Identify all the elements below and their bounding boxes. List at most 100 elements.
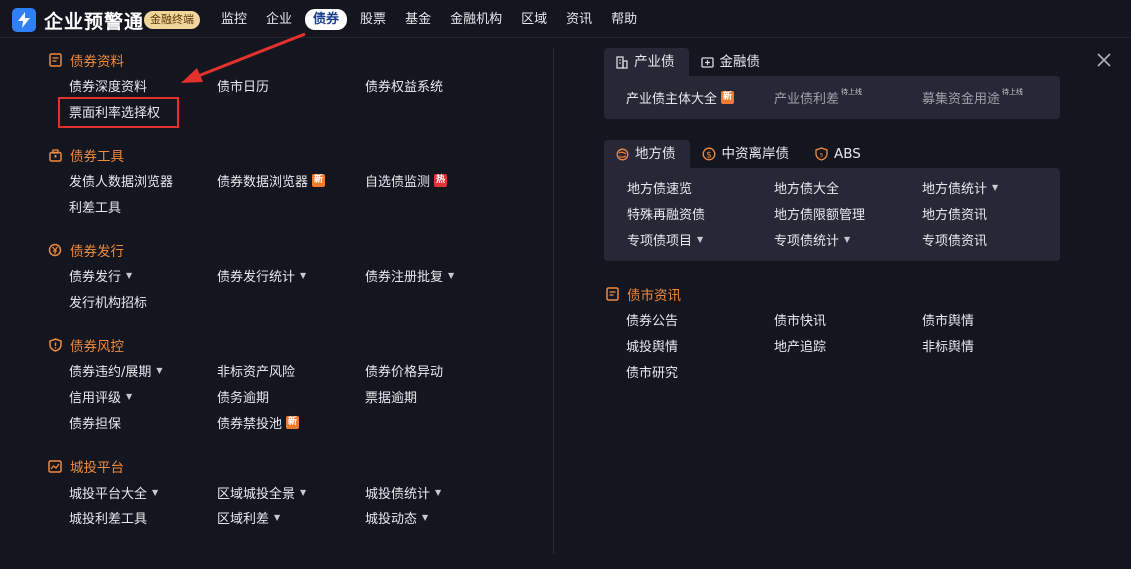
link-local-bond-overview[interactable]: 地方债速览 bbox=[627, 177, 692, 197]
nav-item-institutions[interactable]: 金融机构 bbox=[447, 9, 505, 30]
new-badge: 新 bbox=[721, 90, 735, 104]
link-bond-guarantee[interactable]: 债券担保 bbox=[69, 412, 121, 432]
caret-down-icon: ▼ bbox=[448, 270, 455, 280]
caret-down-icon: ▼ bbox=[274, 512, 281, 522]
section-bond-risk: 债券风控 bbox=[48, 335, 124, 355]
nav-item-help[interactable]: 帮助 bbox=[608, 9, 640, 30]
tab-label: 产业债 bbox=[634, 54, 675, 70]
document-icon bbox=[48, 53, 62, 67]
link-regional-lgfv-overview[interactable]: 区域城投全景 ▼ bbox=[217, 482, 306, 502]
caret-down-icon: ▼ bbox=[435, 487, 442, 497]
section-title: 债券发行 bbox=[70, 244, 124, 260]
link-local-bond-news[interactable]: 地方债资讯 bbox=[922, 203, 987, 223]
top-bar: 企业预警通 金融终端 监控 企业 债券 股票 基金 金融机构 区域 资讯 帮助 bbox=[0, 0, 1131, 38]
dollar-icon: $ bbox=[702, 147, 716, 161]
link-label: 区域城投全景 bbox=[217, 486, 296, 502]
link-label: 债券注册批复 bbox=[365, 269, 444, 285]
link-bond-flash-news[interactable]: 债市快讯 bbox=[774, 309, 826, 329]
nav-item-monitor[interactable]: 监控 bbox=[218, 9, 250, 30]
link-local-bond-directory[interactable]: 地方债大全 bbox=[774, 177, 839, 197]
link-industrial-spread[interactable]: 产业债利差 待上线 bbox=[774, 87, 862, 107]
wallet-icon bbox=[700, 56, 714, 68]
link-price-anomaly[interactable]: 债券价格异动 bbox=[365, 360, 443, 380]
link-lgfv-directory[interactable]: 城投平台大全 ▼ bbox=[69, 482, 158, 502]
caret-down-icon: ▼ bbox=[126, 270, 133, 280]
link-nonstandard-sentiment[interactable]: 非标舆情 bbox=[922, 335, 974, 355]
link-bond-research[interactable]: 债市研究 bbox=[626, 361, 678, 381]
link-label: 产业债主体大全 bbox=[626, 91, 718, 107]
column-divider bbox=[553, 48, 554, 554]
section-title: 债市资讯 bbox=[627, 288, 681, 304]
link-label: 城投平台大全 bbox=[69, 486, 148, 502]
shield-icon: s bbox=[815, 147, 828, 161]
link-debt-overdue[interactable]: 债务逾期 bbox=[217, 386, 269, 406]
link-institution-bidding[interactable]: 发行机构招标 bbox=[69, 291, 147, 311]
new-badge: 新 bbox=[312, 173, 326, 187]
link-bill-overdue[interactable]: 票据逾期 bbox=[365, 386, 417, 406]
section-title: 债券工具 bbox=[70, 149, 124, 165]
link-blacklist-pool[interactable]: 债券禁投池 新 bbox=[217, 412, 300, 432]
nav-item-funds[interactable]: 基金 bbox=[402, 9, 434, 30]
nav-item-region[interactable]: 区域 bbox=[518, 9, 550, 30]
link-special-bond-news[interactable]: 专项债资讯 bbox=[922, 229, 987, 249]
document-icon bbox=[605, 287, 619, 301]
link-bond-announcements[interactable]: 债券公告 bbox=[626, 309, 678, 329]
nav-item-news[interactable]: 资讯 bbox=[563, 9, 595, 30]
link-industrial-issuers[interactable]: 产业债主体大全 新 bbox=[626, 87, 735, 107]
link-bond-rights-system[interactable]: 债券权益系统 bbox=[365, 75, 443, 95]
link-local-bond-stats[interactable]: 地方债统计 ▼ bbox=[922, 177, 998, 197]
link-bond-issuance[interactable]: 债券发行 ▼ bbox=[69, 265, 132, 285]
link-local-bond-quota[interactable]: 地方债限额管理 bbox=[774, 203, 865, 223]
link-label: 专项债统计 bbox=[774, 233, 840, 249]
link-registration-approval[interactable]: 债券注册批复 ▼ bbox=[365, 265, 454, 285]
link-label: 债券数据浏览器 bbox=[217, 174, 309, 190]
link-special-bond-stats[interactable]: 专项债统计 ▼ bbox=[774, 229, 850, 249]
hot-badge: 热 bbox=[434, 173, 448, 187]
issuance-icon bbox=[48, 243, 62, 257]
tab-local-gov-bonds[interactable]: 地方债 bbox=[604, 140, 690, 168]
link-label: 产业债利差 bbox=[774, 91, 840, 107]
link-label: 专项债项目 bbox=[627, 233, 693, 249]
link-nonstandard-risk[interactable]: 非标资产风险 bbox=[217, 360, 295, 380]
tab-industrial-bonds[interactable]: 产业债 bbox=[604, 48, 689, 76]
lightning-icon[interactable] bbox=[12, 8, 36, 32]
link-bond-calendar[interactable]: 债市日历 bbox=[217, 75, 269, 95]
link-bond-deep-info[interactable]: 债券深度资料 bbox=[69, 75, 147, 95]
caret-down-icon: ▼ bbox=[422, 512, 429, 522]
link-special-refinancing[interactable]: 特殊再融资债 bbox=[627, 203, 705, 223]
tab-financial-bonds[interactable]: 金融债 bbox=[689, 48, 775, 76]
link-default-extension[interactable]: 债券违约/展期 ▼ bbox=[69, 360, 163, 380]
caret-down-icon: ▼ bbox=[152, 487, 159, 497]
link-label: 区域利差 bbox=[217, 511, 270, 527]
link-real-estate-tracking[interactable]: 地产追踪 bbox=[774, 335, 826, 355]
link-credit-rating[interactable]: 信用评级 ▼ bbox=[69, 386, 132, 406]
tab-offshore-bonds[interactable]: $ 中资离岸债 bbox=[690, 140, 804, 168]
link-lgfv-spread-tools[interactable]: 城投利差工具 bbox=[69, 507, 147, 527]
tab-label: 金融债 bbox=[719, 54, 761, 70]
link-issuer-data-browser[interactable]: 发债人数据浏览器 bbox=[69, 170, 173, 190]
link-bond-sentiment[interactable]: 债市舆情 bbox=[922, 309, 974, 329]
link-lgfv-sentiment[interactable]: 城投舆情 bbox=[626, 335, 678, 355]
link-issuance-stats[interactable]: 债券发行统计 ▼ bbox=[217, 265, 306, 285]
link-fund-usage[interactable]: 募集资金用途 待上线 bbox=[922, 87, 1023, 107]
link-special-bond-projects[interactable]: 专项债项目 ▼ bbox=[627, 229, 703, 249]
link-bond-data-browser[interactable]: 债券数据浏览器 新 bbox=[217, 170, 326, 190]
link-label: 信用评级 bbox=[69, 390, 122, 406]
shield-icon bbox=[48, 338, 62, 352]
link-regional-spread[interactable]: 区域利差 ▼ bbox=[217, 507, 280, 527]
coming-soon-label: 待上线 bbox=[1002, 88, 1024, 96]
link-label: 城投债统计 bbox=[365, 486, 431, 502]
caret-down-icon: ▼ bbox=[300, 487, 307, 497]
link-label: 地方债统计 bbox=[922, 181, 988, 197]
tab-abs[interactable]: s ABS bbox=[803, 140, 875, 168]
tab-label: ABS bbox=[834, 146, 861, 162]
link-lgfv-bond-stats[interactable]: 城投债统计 ▼ bbox=[365, 482, 441, 502]
link-spread-tools[interactable]: 利差工具 bbox=[69, 196, 121, 216]
close-icon[interactable] bbox=[1096, 52, 1112, 68]
brand-name[interactable]: 企业预警通 bbox=[44, 7, 144, 34]
nav-item-company[interactable]: 企业 bbox=[263, 9, 295, 30]
link-lgfv-news[interactable]: 城投动态 ▼ bbox=[365, 507, 428, 527]
link-watchlist-monitor[interactable]: 自选债监测 热 bbox=[365, 170, 448, 190]
nav-item-bonds[interactable]: 债券 bbox=[305, 9, 348, 30]
nav-item-stocks[interactable]: 股票 bbox=[357, 9, 389, 30]
